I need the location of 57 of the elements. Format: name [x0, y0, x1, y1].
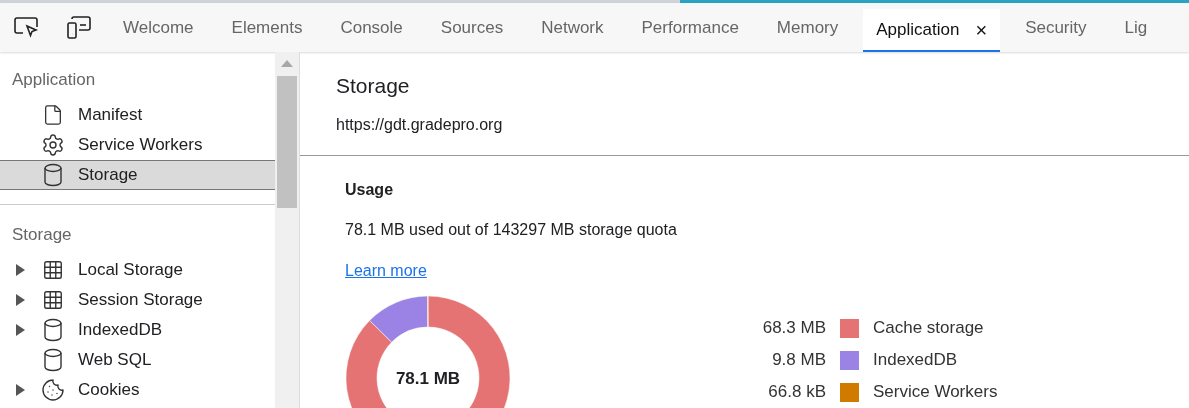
- section-title: Application: [12, 69, 96, 92]
- expand-arrow-icon[interactable]: [15, 384, 25, 396]
- scrollbar-thumb[interactable]: [277, 76, 297, 208]
- tab[interactable]: Sources: [421, 3, 523, 52]
- page-title: Storage: [336, 73, 411, 99]
- section-heading: Usage: [345, 180, 395, 200]
- item-label: Session Storage: [78, 289, 203, 312]
- usage-summary: 78.1 MB used out of 143297 MB storage quota: [345, 220, 678, 240]
- legend-label: Cache storage: [873, 317, 984, 340]
- grid-icon: [42, 259, 64, 281]
- legend-value: 68.3 MB: [761, 317, 826, 340]
- database-icon: [43, 163, 63, 187]
- sidebar-item[interactable]: Cookies: [0, 375, 275, 405]
- origin-url: https://gdt.gradepro.org: [336, 115, 504, 135]
- tab[interactable]: Console: [321, 3, 422, 52]
- expand-arrow-icon[interactable]: [15, 264, 25, 276]
- device-icon[interactable]: [66, 15, 92, 40]
- item-label: Service Workers: [78, 134, 203, 157]
- expand-arrow-icon[interactable]: [15, 324, 25, 336]
- section-title: Storage: [12, 224, 72, 247]
- item-label: Cookies: [78, 379, 140, 402]
- sidebar-item[interactable]: Session Storage: [0, 285, 275, 315]
- tab[interactable]: Network: [522, 3, 623, 52]
- tab[interactable]: Lig: [1105, 3, 1167, 52]
- tab[interactable]: Performance: [622, 3, 758, 52]
- cookie-icon: [41, 378, 65, 402]
- database-icon: [43, 348, 63, 372]
- file-icon: [42, 104, 64, 126]
- tab[interactable]: Elements: [212, 3, 322, 52]
- sidebar-item[interactable]: IndexedDB: [0, 315, 275, 345]
- item-label: Web SQL: [78, 349, 152, 372]
- close-tab-button[interactable]: ×: [975, 14, 988, 45]
- tab[interactable]: Welcome: [104, 3, 213, 52]
- legend-value: 66.8 kB: [767, 381, 826, 404]
- item-label: Storage: [78, 164, 138, 187]
- item-label: Local Storage: [78, 259, 183, 282]
- grid-icon: [42, 289, 64, 311]
- tab[interactable]: Application ×: [863, 9, 1001, 52]
- database-icon: [43, 318, 63, 342]
- legend-label: Service Workers: [873, 381, 998, 404]
- legend-value: 9.8 MB: [771, 349, 826, 372]
- learn-more-link[interactable]: Learn more: [345, 259, 427, 283]
- scrollbar[interactable]: [275, 52, 299, 408]
- sidebar-item[interactable]: Service Workers: [0, 130, 275, 160]
- tab[interactable]: Memory: [757, 3, 858, 52]
- item-label: Manifest: [78, 104, 143, 127]
- sidebar-item[interactable]: Web SQL: [0, 345, 275, 375]
- item-label: IndexedDB: [78, 319, 163, 342]
- inspect-icon[interactable]: [14, 15, 40, 40]
- sidebar-item[interactable]: Storage: [0, 160, 275, 190]
- tab[interactable]: Security: [1006, 3, 1106, 52]
- sidebar-item[interactable]: Manifest: [0, 100, 275, 130]
- sidebar-item[interactable]: Local Storage: [0, 255, 275, 285]
- expand-arrow-icon[interactable]: [15, 294, 25, 306]
- legend-label: IndexedDB: [873, 349, 958, 372]
- total-label: 78.1 MB: [395, 369, 461, 388]
- gear-icon: [41, 133, 65, 157]
